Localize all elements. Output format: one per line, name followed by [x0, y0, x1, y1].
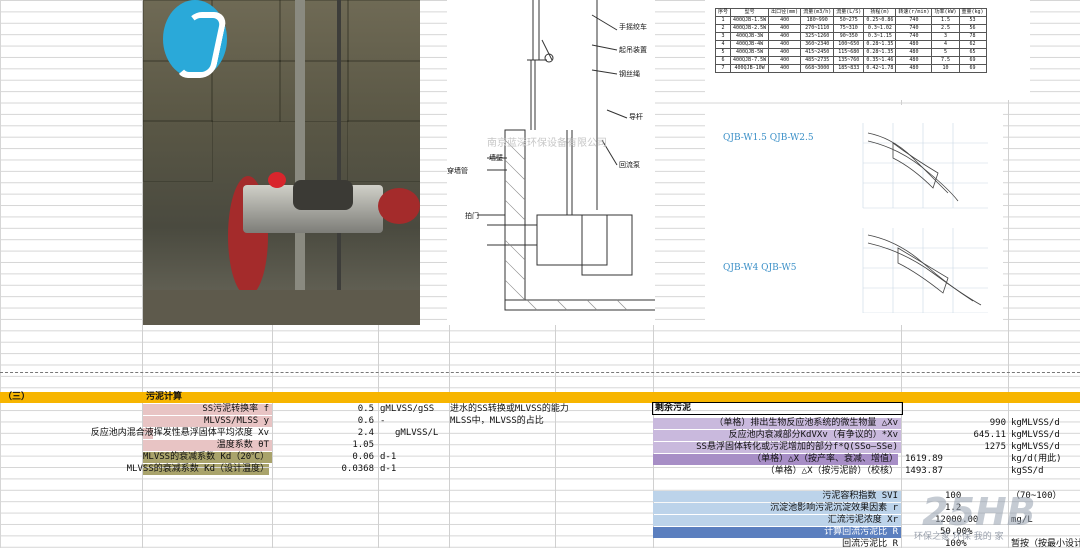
table-row: 6 400QJB-7.5W 400 485~2735 135~760 0.35~1.46 4…	[714, 56, 987, 65]
spec-header: 型号	[730, 8, 770, 17]
residual-value: 645.11	[973, 430, 1006, 440]
parameter-row[interactable]: SS污泥转换率 f 0.5 gMLVSS/gSS 进水的SS转换或MLVSS的能…	[0, 404, 1080, 415]
performance-curves-figure[interactable]: QJB-W1.5 QJB-W2.5 QJB-W4 QJB-W5	[705, 105, 1003, 325]
watermark-caption: 环保之家 环保 我的 家	[914, 532, 1004, 542]
residual-label: SS悬浮固体转化或污泥增加的部分f*Q(SSo―SSe)	[653, 442, 901, 453]
residual-unit: kgMLVSS/d	[1011, 430, 1060, 440]
residual-label: 反应池内衰减部分KdVXv（有争议的）*Xv	[653, 430, 901, 441]
section-title: 污泥计算	[146, 392, 183, 402]
table-row: 2 400QJB-2.5W 400 270~1110 75~310 0.3~1.02 740…	[714, 24, 987, 33]
table-row: 7 400QJB-10W 400 668~3000 185~833 0.42~1.78 48…	[714, 64, 987, 73]
residual-unit: kgMLVSS/d	[1011, 418, 1060, 428]
residual-unit: kgSS/d	[1011, 466, 1044, 476]
diagram-label: 手摇绞车	[619, 23, 647, 31]
diagram-label: 穿墙管	[447, 167, 468, 175]
spec-header: 重量(kg)	[958, 8, 987, 17]
spec-header: 功率(kW)	[931, 8, 960, 17]
residual-unit: kgMLVSS/d	[1011, 442, 1060, 452]
table-row: 5 400QJB-5W 400 415~2450 115~680 0.28~1.35 480…	[714, 48, 987, 57]
residual-row[interactable]: （单格）△X（按污泥龄）（校核） 1493.87 kgSS/d	[0, 466, 1080, 477]
spec-table-figure[interactable]: 序号 型号 出口径(mm) 流量(m3/h) 流量(L/S) 扬程(m) 转速(…	[705, 0, 1030, 100]
parameter-unit: gMLVSS/gSS	[380, 404, 435, 414]
residual-label: （单格）△X（按产率、衰减、增值）	[752, 454, 898, 464]
residual-label: 回流污泥比 R	[842, 539, 898, 549]
parameter-value: 0.5	[357, 404, 374, 414]
spec-header: 出口径(mm)	[768, 8, 802, 17]
installation-diagram[interactable]: 手摇绞车 起吊装置 钢丝绳 导杆 穿墙管 墙壁 回流泵 拍门 南京蓝深环保设备有…	[447, 0, 655, 325]
diagram-label: 回流泵	[619, 161, 640, 169]
diagram-label: 起吊装置	[619, 46, 647, 54]
site-photo[interactable]	[143, 0, 420, 325]
residual-unit: kg/d(用此)	[1011, 454, 1062, 464]
site-watermark: 25HB 环保之家 环保 我的 家	[912, 490, 1077, 546]
curve-title: QJB-W1.5 QJB-W2.5	[723, 133, 814, 143]
residual-label: （单格）△X（按污泥龄）（校核）	[765, 466, 898, 476]
curve-title: QJB-W4 QJB-W5	[723, 263, 797, 273]
table-row: 3 400QJB-3W 400 325~1260 90~350 0.3~1.15 740 3 7…	[714, 32, 987, 41]
section-header-row: （三） 污泥计算	[0, 392, 1080, 403]
parameter-label: SS污泥转换率 f	[143, 404, 272, 415]
residual-row[interactable]: SS悬浮固体转化或污泥增加的部分f*Q(SSo―SSe) 1275 kgMLVS…	[0, 442, 1080, 453]
residual-label: 污泥容积指数 SVI	[653, 491, 901, 502]
spec-header: 序号	[714, 8, 732, 17]
residual-row[interactable]: 反应池内衰减部分KdVXv（有争议的）*Xv 645.11 kgMLVSS/d	[0, 430, 1080, 441]
residual-row[interactable]: （单格）排出生物反应池系统的微生物量 △Xv 990 kgMLVSS/d	[0, 418, 1080, 429]
residual-label: （单格）排出生物反应池系统的微生物量 △Xv	[653, 418, 901, 429]
table-row: 4 400QJB-4W 400 360~2340 100~650 0.28~1.35 480…	[714, 40, 987, 49]
spec-header: 扬程(m)	[863, 8, 897, 17]
diagram-label: 拍门	[465, 212, 479, 220]
parameter-note: 进水的SS转换或MLVSS的能力	[450, 404, 569, 414]
spec-header: 流量(m3/h)	[800, 8, 835, 17]
spec-header: 转速(r/min)	[895, 8, 933, 17]
residual-label: 汇流污泥浓度 Xr	[653, 515, 901, 526]
residual-header: 剩余污泥	[652, 402, 903, 415]
spec-header: 流量(L/S)	[833, 8, 865, 17]
residual-value: 1275	[984, 442, 1006, 452]
residual-value: 1493.87	[905, 466, 943, 476]
residual-value: 990	[989, 418, 1006, 428]
residual-label: 沉淀池影响污泥沉淀效果因素 r	[653, 503, 901, 514]
diagram-watermark: 南京蓝深环保设备有限公司	[487, 138, 607, 149]
section-number: （三）	[3, 392, 31, 402]
table-row: 1 400QJB-1.5W 400 180~990 50~275 0.25~0.86 740…	[714, 16, 987, 25]
page-break-line	[0, 372, 1080, 373]
diagram-label: 钢丝绳	[619, 70, 640, 78]
spec-table: 序号 型号 出口径(mm) 流量(m3/h) 流量(L/S) 扬程(m) 转速(…	[714, 8, 987, 73]
diagram-label: 导杆	[629, 113, 643, 121]
residual-label: 计算回流污泥比 R	[653, 527, 901, 538]
diagram-label: 墙壁	[489, 154, 503, 162]
residual-value: 1619.89	[905, 454, 943, 464]
residual-row[interactable]: （单格）△X（按产率、衰减、增值） 1619.89 kg/d(用此)	[0, 454, 1080, 465]
watermark-logo: 25HB	[922, 490, 1036, 534]
